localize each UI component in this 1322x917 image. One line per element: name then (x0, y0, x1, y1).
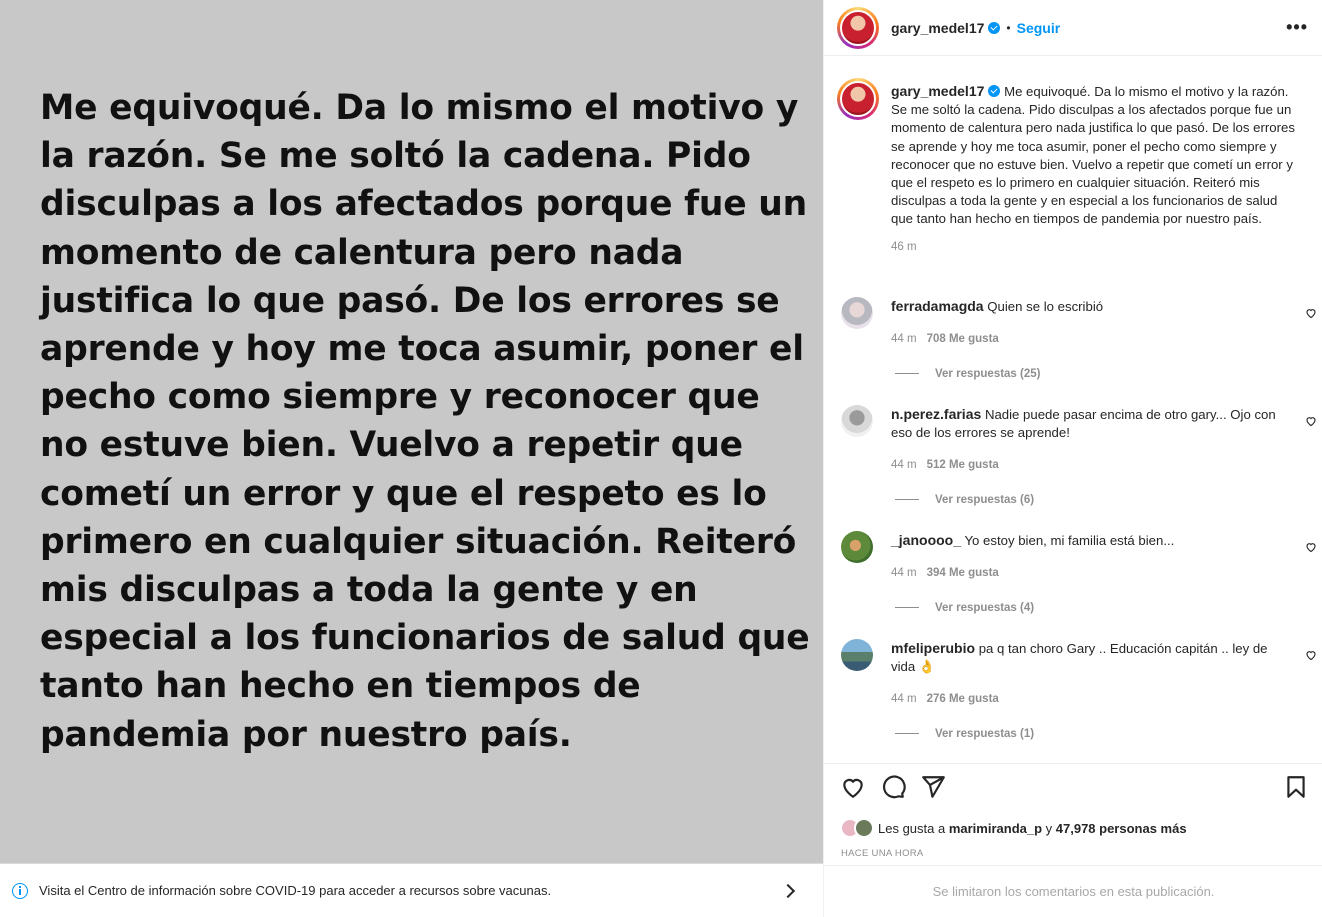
view-replies-label: Ver respuestas (6) (935, 494, 1035, 506)
likes-prefix: Les gusta a (878, 820, 949, 836)
view-replies-button[interactable]: Ver respuestas (25) (895, 368, 1040, 380)
comment-avatar[interactable] (841, 297, 873, 329)
post-timestamp[interactable]: HACE UNA HORA (841, 848, 924, 859)
covid-banner-text: Visita el Centro de información sobre CO… (39, 883, 552, 898)
comment-time[interactable]: 44 m (891, 459, 917, 471)
view-replies-label: Ver respuestas (4) (935, 602, 1035, 614)
caption-text: Me equivoqué. Da lo mismo el motivo y la… (891, 84, 1295, 227)
comment-username[interactable]: _janoooo_ (891, 532, 961, 548)
comment-likes[interactable]: 276 Me gusta (927, 693, 999, 705)
comment-avatar[interactable] (841, 405, 873, 437)
view-replies-button[interactable]: Ver respuestas (1) (895, 728, 1034, 740)
chevron-right-icon[interactable] (780, 883, 796, 898)
caption-time[interactable]: 46 m (891, 241, 1303, 253)
comment-likes[interactable]: 394 Me gusta (927, 567, 999, 579)
comment-username[interactable]: n.perez.farias (891, 406, 981, 422)
bookmark-icon[interactable] (1283, 774, 1309, 800)
heart-icon[interactable] (1305, 307, 1317, 319)
comment-text: Yo estoy bien, mi familia está bien... (964, 533, 1175, 548)
comment-username[interactable]: mfeliperubio (891, 640, 975, 656)
caption-username[interactable]: gary_medel17 (891, 83, 984, 99)
comment-likes[interactable]: 708 Me gusta (927, 333, 999, 345)
header-username[interactable]: gary_medel17 (891, 20, 984, 36)
heart-icon[interactable] (840, 774, 866, 800)
share-icon[interactable] (920, 774, 946, 800)
likes-user[interactable]: marimiranda_p (949, 821, 1042, 836)
likes-middle: y (1042, 820, 1056, 836)
view-replies-label: Ver respuestas (1) (935, 728, 1035, 740)
post-image[interactable]: Me equivoqué. Da lo mismo el motivo y la… (0, 0, 823, 863)
likes-count[interactable]: 47,978 personas más (1056, 821, 1187, 836)
more-icon[interactable]: ••• (1286, 17, 1308, 38)
heart-icon[interactable] (1305, 541, 1317, 553)
post-caption: gary_medel17 Me equivoqué. Da lo mismo e… (837, 78, 1307, 253)
avatar[interactable] (837, 6, 879, 49)
post-header: gary_medel17 • Seguir ••• (824, 0, 1322, 56)
comment-likes[interactable]: 512 Me gusta (927, 459, 999, 471)
info-icon (12, 882, 28, 899)
liker-avatar[interactable] (854, 818, 874, 838)
comment-username[interactable]: ferradamagda (891, 298, 984, 314)
comments-limited-notice: Se limitaron los comentarios en esta pub… (824, 865, 1322, 917)
view-replies-button[interactable]: Ver respuestas (4) (895, 602, 1034, 614)
follow-button[interactable]: Seguir (1017, 20, 1061, 36)
post-image-text: Me equivoqué. Da lo mismo el motivo y la… (40, 88, 810, 755)
view-replies-label: Ver respuestas (25) (935, 368, 1041, 380)
heart-icon[interactable] (1305, 649, 1317, 661)
comment-time[interactable]: 44 m (891, 693, 917, 705)
heart-icon[interactable] (1305, 415, 1317, 427)
comment-time[interactable]: 44 m (891, 567, 917, 579)
covid-info-banner[interactable]: Visita el Centro de información sobre CO… (0, 863, 823, 917)
view-replies-button[interactable]: Ver respuestas (6) (895, 494, 1034, 506)
comment-avatar[interactable] (841, 639, 873, 671)
action-bar (824, 763, 1322, 811)
caption-avatar[interactable] (837, 78, 879, 120)
verified-icon (988, 85, 1001, 97)
verified-icon (988, 21, 1001, 34)
likes-summary: Les gusta a marimiranda_p y 47,978 perso… (840, 818, 1187, 838)
comment-text: Quien se lo escribió (987, 299, 1104, 314)
header-separator: • (1006, 20, 1011, 35)
comment-avatar[interactable] (841, 531, 873, 563)
comment-time[interactable]: 44 m (891, 333, 917, 345)
post-sidebar: gary_medel17 • Seguir ••• gary_medel17 M… (823, 0, 1322, 917)
comment-icon[interactable] (880, 774, 906, 800)
